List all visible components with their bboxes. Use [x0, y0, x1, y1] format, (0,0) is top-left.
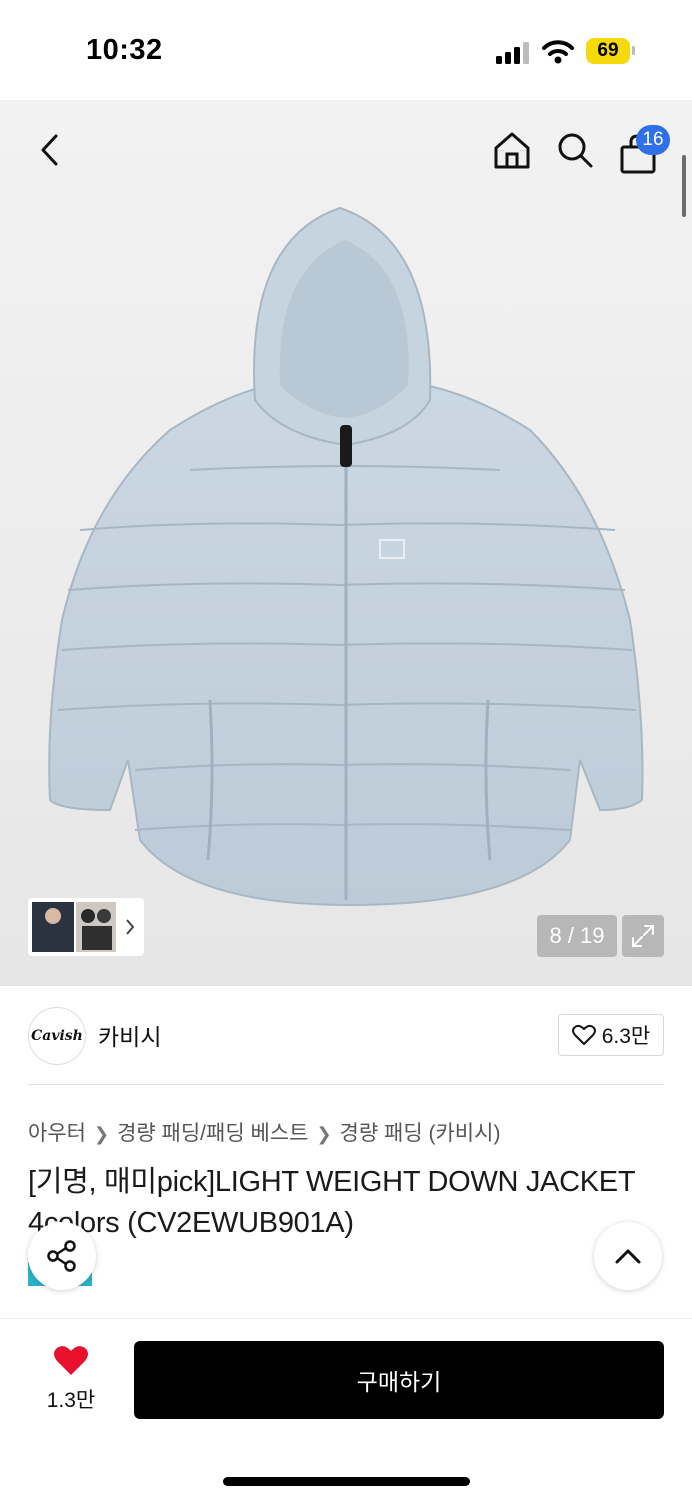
wishlist-button[interactable]: 1.3만	[36, 1345, 106, 1415]
search-icon	[558, 133, 593, 168]
brand-logo[interactable]: Cavish	[28, 1007, 86, 1065]
chevron-right-icon: ❯	[93, 1124, 110, 1144]
buy-button[interactable]: 구매하기	[134, 1341, 664, 1419]
battery-indicator: 69	[586, 38, 630, 64]
wishlist-count: 1.3만	[46, 1389, 96, 1412]
cart-count-badge: 16	[636, 125, 670, 155]
back-button[interactable]	[24, 124, 76, 176]
share-button[interactable]	[28, 1222, 96, 1290]
chevron-up-icon	[615, 1249, 641, 1264]
brand-name[interactable]: 카비시	[98, 1018, 161, 1052]
breadcrumb-item-light-padding-brand[interactable]: 경량 패딩 (카비시)	[340, 1122, 501, 1145]
breadcrumb-item-outer[interactable]: 아우터	[28, 1122, 86, 1145]
image-counter: 8 / 19	[537, 915, 617, 957]
brand-like-count: 6.3만	[601, 1025, 651, 1048]
share-icon	[47, 1240, 76, 1272]
chevron-left-icon	[41, 134, 58, 166]
expand-image-button[interactable]	[622, 915, 664, 957]
divider	[28, 1084, 664, 1085]
status-time: 10:32	[86, 34, 163, 66]
breadcrumb-item-light-padding-vest[interactable]: 경량 패딩/패딩 베스트	[117, 1122, 308, 1145]
product-image-jacket	[48, 206, 644, 907]
signal-icon	[496, 42, 529, 64]
battery-cap	[632, 46, 635, 55]
home-indicator	[223, 1477, 470, 1486]
home-button[interactable]	[486, 124, 538, 176]
scroll-indicator	[682, 155, 686, 217]
heart-outline-icon	[571, 1024, 596, 1045]
breadcrumb: 아우터 ❯ 경량 패딩/패딩 베스트 ❯ 경량 패딩 (카비시)	[28, 1117, 500, 1147]
status-bar: 10:32 69	[0, 0, 692, 100]
heart-filled-icon	[54, 1346, 88, 1375]
product-image-gallery[interactable]	[0, 100, 692, 986]
wifi-icon	[542, 40, 574, 64]
search-button[interactable]	[549, 124, 601, 176]
scroll-to-top-button[interactable]	[594, 1222, 662, 1290]
chevron-right-icon: ❯	[316, 1124, 332, 1144]
brand-like-button[interactable]: 6.3만	[558, 1014, 664, 1056]
home-icon	[494, 132, 530, 169]
product-title: [기명, 매미pick]LIGHT WEIGHT DOWN JACKET 4co…	[28, 1166, 635, 1239]
related-thumbnail-link[interactable]	[28, 898, 144, 956]
expand-icon	[632, 925, 654, 947]
thumbnail-images	[32, 902, 135, 952]
brand-logo-text: Cavish	[31, 1028, 83, 1044]
